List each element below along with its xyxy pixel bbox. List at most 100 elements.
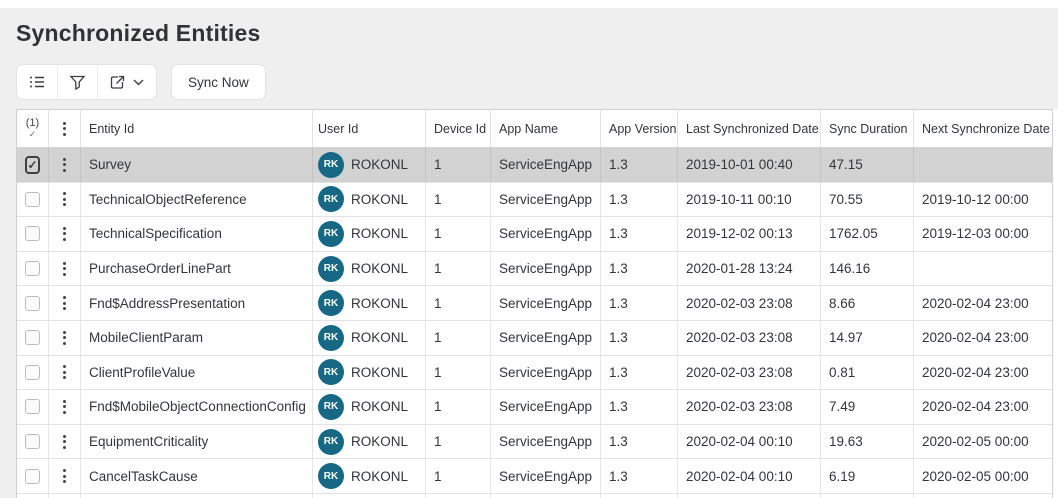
row-menu-cell[interactable] xyxy=(49,217,81,251)
last-synchronized-date-cell: 2020-02-03 23:08 xyxy=(678,286,821,320)
table-row[interactable]: TechnicalSpecification RK ROKONL 1 Servi… xyxy=(17,217,1052,252)
row-select-cell[interactable] xyxy=(17,356,49,390)
kebab-menu-icon[interactable] xyxy=(57,292,72,314)
sync-now-button[interactable]: Sync Now xyxy=(171,64,266,100)
row-checkbox[interactable] xyxy=(25,296,40,311)
row-checkbox[interactable] xyxy=(25,226,40,241)
scrollbar-gutter[interactable] xyxy=(1053,109,1058,498)
app-name-cell: ServiceEngApp xyxy=(491,321,601,355)
row-select-cell[interactable] xyxy=(17,390,49,424)
row-checkbox[interactable] xyxy=(25,261,40,276)
table-row[interactable]: TechnicalObjectReference RK ROKONL 1 Ser… xyxy=(17,183,1052,218)
sync-duration-cell xyxy=(821,494,914,498)
row-checkbox[interactable] xyxy=(25,434,40,449)
column-header-device-id[interactable]: Device Id xyxy=(426,110,491,147)
table-row[interactable]: Fnd$MobileObjectConnectionConfig RK ROKO… xyxy=(17,390,1052,425)
last-synchronized-date-cell: 2020-02-03 23:08 xyxy=(678,356,821,390)
export-icon xyxy=(110,75,125,90)
kebab-menu-icon[interactable] xyxy=(57,188,72,210)
row-menu-cell[interactable] xyxy=(49,148,81,182)
row-checkbox[interactable] xyxy=(25,469,40,484)
row-menu-cell[interactable] xyxy=(49,252,81,286)
next-synchronize-date-cell: 2020-02-05 00:00 xyxy=(914,459,1052,493)
column-header-sync-duration[interactable]: Sync Duration xyxy=(821,110,914,147)
row-menu-cell[interactable] xyxy=(49,356,81,390)
check-icon: ✓ xyxy=(29,130,37,139)
user-avatar: RK xyxy=(318,290,344,316)
sync-duration-cell: 0.81 xyxy=(821,356,914,390)
row-select-cell[interactable] xyxy=(17,494,49,498)
row-select-cell[interactable] xyxy=(17,217,49,251)
kebab-menu-icon[interactable] xyxy=(57,431,72,453)
kebab-menu-icon[interactable] xyxy=(57,396,72,418)
row-menu-cell[interactable] xyxy=(49,321,81,355)
row-checkbox[interactable] xyxy=(25,399,40,414)
column-header-entity-id[interactable]: Entity Id xyxy=(81,110,313,147)
last-synchronized-date-cell: 2019-10-01 00:40 xyxy=(678,148,821,182)
table-row[interactable]: EquipmentCriticality RK ROKONL 1 Service… xyxy=(17,425,1052,460)
row-menu-cell[interactable] xyxy=(49,183,81,217)
kebab-menu-icon[interactable] xyxy=(57,361,72,383)
select-all-header[interactable]: (1) ✓ xyxy=(17,110,49,147)
table-row[interactable]: CancelTaskCause RK ROKONL 1 ServiceEngAp… xyxy=(17,459,1052,494)
toolbar-button-group xyxy=(16,64,157,100)
table-row[interactable]: Survey RK ROKONL 1 ServiceEngApp 1.3 201… xyxy=(17,148,1052,183)
kebab-menu-icon[interactable] xyxy=(57,223,72,245)
row-menu-cell[interactable] xyxy=(49,494,81,498)
user-avatar: RK xyxy=(318,152,344,178)
row-select-cell[interactable] xyxy=(17,148,49,182)
kebab-menu-icon[interactable] xyxy=(57,465,72,487)
row-checkbox[interactable] xyxy=(25,156,40,174)
user-avatar: RK xyxy=(318,186,344,212)
row-select-cell[interactable] xyxy=(17,321,49,355)
table-row[interactable] xyxy=(17,494,1052,498)
row-select-cell[interactable] xyxy=(17,252,49,286)
app-version-cell: 1.3 xyxy=(601,321,678,355)
user-id-cell: RK ROKONL xyxy=(313,148,426,182)
user-avatar: RK xyxy=(318,359,344,385)
entity-id-cell: ClientProfileValue xyxy=(81,356,313,390)
row-checkbox[interactable] xyxy=(25,365,40,380)
entity-id-cell: Survey xyxy=(81,148,313,182)
app-version-cell: 1.3 xyxy=(601,183,678,217)
filter-button[interactable] xyxy=(58,65,98,99)
user-name: ROKONL xyxy=(351,330,408,345)
app-name-cell: ServiceEngApp xyxy=(491,183,601,217)
app-version-cell: 1.3 xyxy=(601,286,678,320)
kebab-menu-icon[interactable] xyxy=(57,258,72,280)
row-checkbox[interactable] xyxy=(25,192,40,207)
row-select-cell[interactable] xyxy=(17,286,49,320)
row-select-cell[interactable] xyxy=(17,425,49,459)
column-header-next-synchronize-date[interactable]: Next Synchronize Date xyxy=(914,110,1052,147)
row-select-cell[interactable] xyxy=(17,459,49,493)
column-header-app-version[interactable]: App Version xyxy=(601,110,678,147)
export-button[interactable] xyxy=(98,65,156,99)
sync-duration-cell: 6.19 xyxy=(821,459,914,493)
table-row[interactable]: Fnd$AddressPresentation RK ROKONL 1 Serv… xyxy=(17,286,1052,321)
sync-duration-cell: 8.66 xyxy=(821,286,914,320)
table-row[interactable]: PurchaseOrderLinePart RK ROKONL 1 Servic… xyxy=(17,252,1052,287)
filter-icon xyxy=(70,75,85,90)
kebab-menu-icon[interactable] xyxy=(57,154,72,176)
row-menu-cell[interactable] xyxy=(49,390,81,424)
column-header-app-name[interactable]: App Name xyxy=(491,110,601,147)
table-row[interactable]: ClientProfileValue RK ROKONL 1 ServiceEn… xyxy=(17,356,1052,391)
kebab-menu-icon[interactable] xyxy=(57,327,72,349)
app-version-cell: 1.3 xyxy=(601,425,678,459)
table-row[interactable]: MobileClientParam RK ROKONL 1 ServiceEng… xyxy=(17,321,1052,356)
row-menu-cell[interactable] xyxy=(49,286,81,320)
last-synchronized-date-cell: 2020-02-04 00:10 xyxy=(678,459,821,493)
next-synchronize-date-cell: 2020-02-04 23:00 xyxy=(914,390,1052,424)
list-view-button[interactable] xyxy=(17,65,58,99)
column-header-last-synchronized-date[interactable]: Last Synchronized Date xyxy=(678,110,821,147)
app-version-cell: 1.3 xyxy=(601,356,678,390)
row-select-cell[interactable] xyxy=(17,183,49,217)
row-menu-header[interactable] xyxy=(49,110,81,147)
app-name-cell: ServiceEngApp xyxy=(491,459,601,493)
device-id-cell: 1 xyxy=(426,148,491,182)
row-menu-cell[interactable] xyxy=(49,459,81,493)
next-synchronize-date-cell xyxy=(914,252,1052,286)
column-header-user-id[interactable]: User Id xyxy=(313,110,426,147)
row-menu-cell[interactable] xyxy=(49,425,81,459)
row-checkbox[interactable] xyxy=(25,330,40,345)
